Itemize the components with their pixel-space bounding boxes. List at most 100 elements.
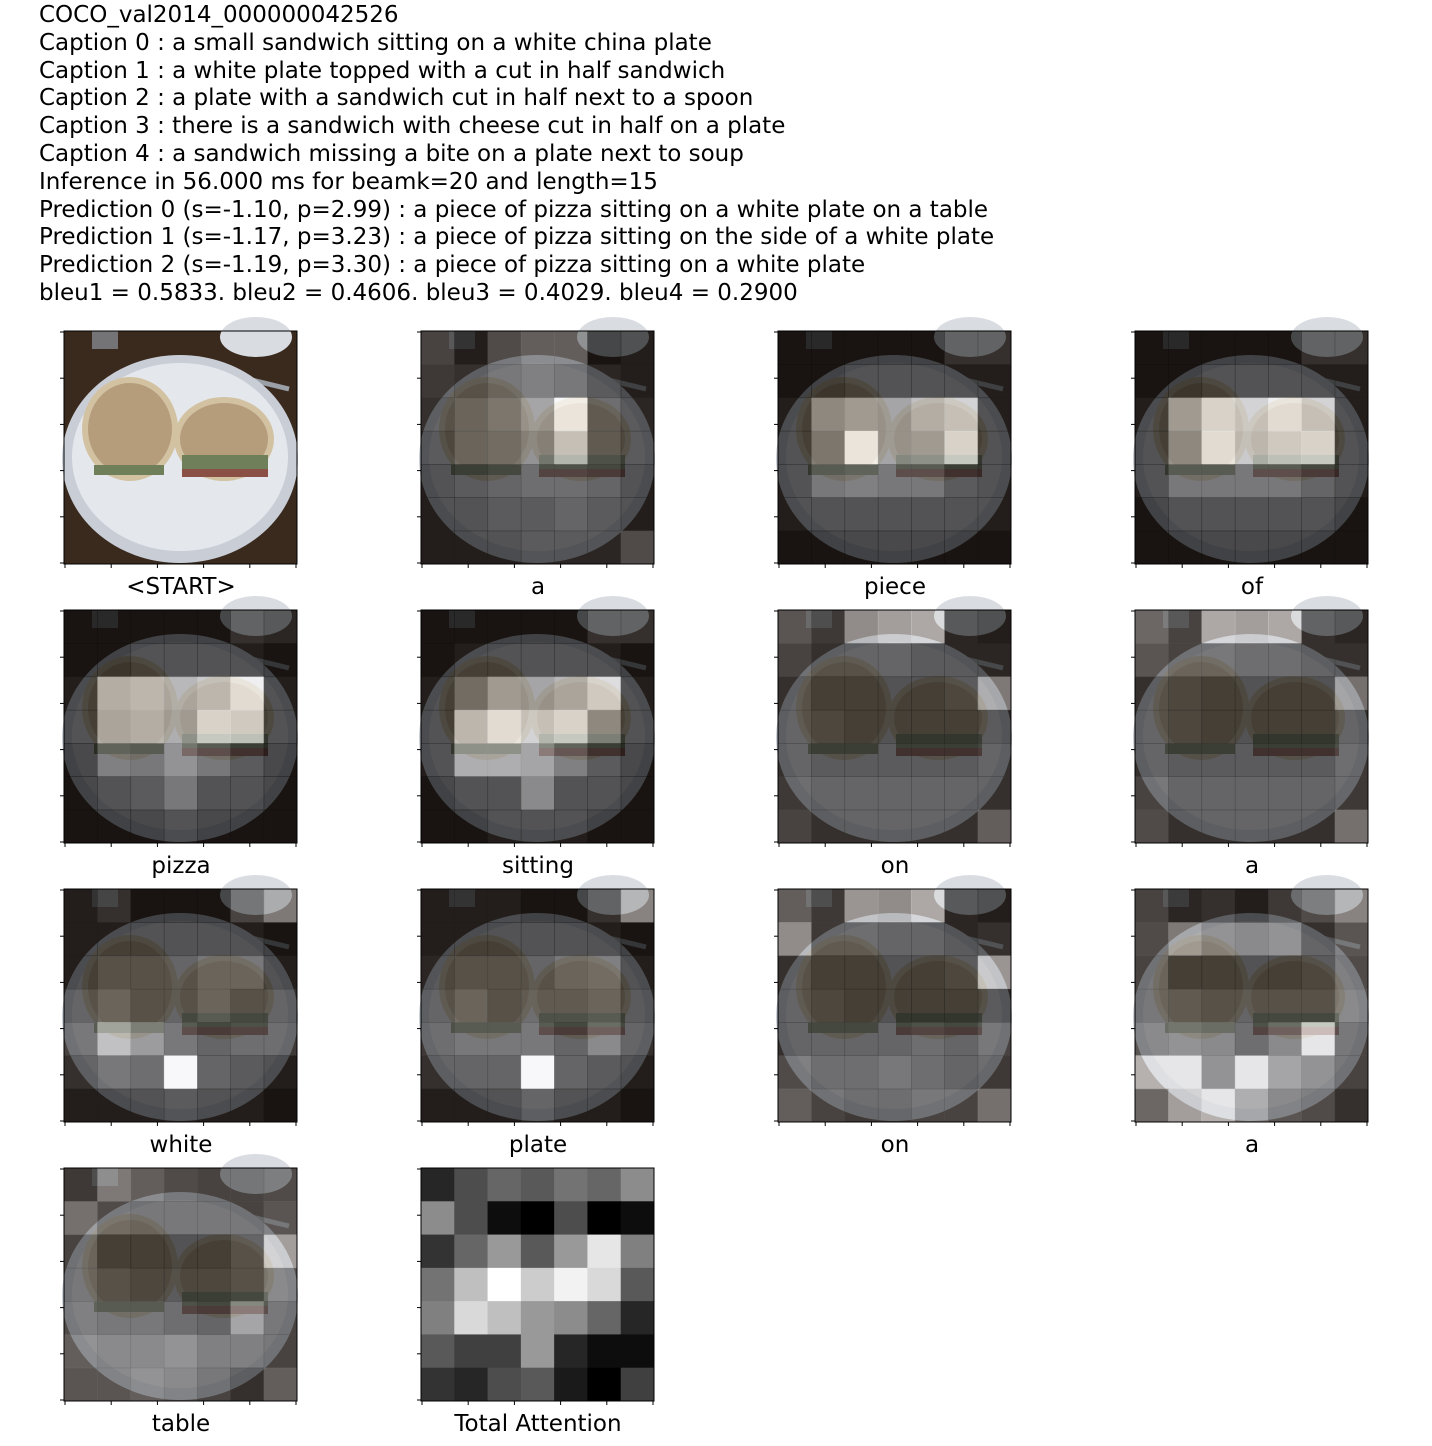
attention-cell — [487, 1301, 522, 1335]
attention-cell — [487, 497, 522, 532]
attention-map — [417, 1167, 655, 1405]
attention-cell — [197, 1367, 231, 1402]
attention-cell — [844, 988, 879, 1023]
attention-cell — [977, 1055, 1012, 1090]
attention-cell — [97, 1301, 132, 1335]
attention-cell — [911, 922, 945, 957]
attention-cell — [421, 1267, 455, 1302]
attention-cell — [587, 1367, 622, 1402]
attention-cell — [230, 1168, 265, 1202]
attention-cell — [1168, 643, 1203, 678]
attention-cell — [620, 1022, 655, 1056]
attention-cell — [554, 1301, 588, 1335]
attention-cell — [1201, 464, 1236, 498]
attention-cell — [877, 809, 912, 844]
attention-cell — [421, 809, 455, 844]
attention-cell — [587, 955, 622, 990]
attention-cell — [944, 809, 979, 844]
attention-cell — [1301, 1022, 1336, 1056]
attention-cell — [844, 397, 879, 432]
attention-cell — [1334, 922, 1369, 957]
attention-cell — [1201, 743, 1236, 777]
attention-cell — [778, 530, 812, 565]
attention-cell — [1201, 955, 1236, 990]
attention-cell — [911, 1022, 945, 1056]
attention-panel: <START> — [60, 317, 298, 609]
attention-cell — [587, 497, 622, 532]
attention-cell — [1168, 776, 1203, 811]
attention-cell — [1234, 610, 1269, 644]
attention-cell — [454, 1334, 489, 1369]
attention-cell — [197, 610, 231, 644]
attention-cell — [421, 497, 455, 532]
attention-cell — [197, 1334, 231, 1369]
attention-cell — [1135, 331, 1169, 365]
attention-cell — [977, 430, 1012, 465]
panel-word-label: a — [1244, 1132, 1260, 1158]
attention-cell — [454, 1234, 489, 1269]
attention-cell — [587, 397, 622, 432]
attention-cell — [421, 1022, 455, 1056]
attention-cell — [877, 530, 912, 565]
attention-cell — [977, 530, 1012, 565]
attention-cell — [1301, 1088, 1336, 1123]
attention-cell — [778, 809, 812, 844]
attention-cell — [811, 988, 846, 1023]
attention-cell — [1334, 364, 1369, 399]
attention-cell — [778, 1055, 812, 1090]
attention-cell — [197, 889, 231, 923]
attention-cell — [944, 889, 979, 923]
attention-cell — [844, 610, 879, 644]
attention-cell — [778, 743, 812, 777]
attention-cell — [554, 988, 588, 1023]
attention-cell — [520, 988, 555, 1023]
attention-cell — [911, 955, 945, 990]
attention-cell — [844, 922, 879, 957]
attention-cell — [877, 988, 912, 1023]
attention-cell — [1268, 955, 1302, 990]
attention-cell — [1301, 464, 1336, 498]
attention-cell — [97, 1267, 132, 1302]
attention-cell — [844, 709, 879, 744]
attention-cell — [454, 643, 489, 678]
attention-cell — [130, 1267, 165, 1302]
attention-cell — [554, 1022, 588, 1056]
attention-cell — [778, 709, 812, 744]
attention-cell — [1135, 1088, 1169, 1123]
attention-cell — [911, 530, 945, 565]
attention-cell — [130, 1201, 165, 1236]
attention-cell — [1334, 610, 1369, 644]
attention-cell — [944, 643, 979, 678]
attention-cell — [587, 364, 622, 399]
attention-cell — [520, 1022, 555, 1056]
attention-cell — [520, 889, 555, 923]
attention-cell — [911, 1055, 945, 1090]
attention-cell — [587, 464, 622, 498]
attention-cell — [263, 1367, 298, 1402]
attention-cell — [454, 743, 489, 777]
attention-cell — [844, 776, 879, 811]
attention-cell — [554, 397, 588, 432]
attention-cell — [944, 430, 979, 465]
attention-cell — [64, 1234, 98, 1269]
attention-cell — [130, 776, 165, 811]
attention-panel: sitting — [417, 596, 655, 888]
attention-cell — [130, 709, 165, 744]
attention-cell — [130, 988, 165, 1023]
attention-cell — [1234, 497, 1269, 532]
attention-panel: pizza — [60, 596, 298, 888]
attention-cell — [454, 988, 489, 1023]
attention-cell — [1301, 988, 1336, 1023]
attention-cell — [1201, 530, 1236, 565]
attention-cell — [1268, 988, 1302, 1023]
attention-cell — [1168, 430, 1203, 465]
attention-cell — [811, 464, 846, 498]
attention-cell — [421, 331, 455, 365]
attention-cell — [811, 331, 846, 365]
attention-cell — [230, 776, 265, 811]
attention-cell — [1268, 331, 1302, 365]
attention-cell — [944, 610, 979, 644]
attention-cell — [944, 497, 979, 532]
attention-cell — [811, 743, 846, 777]
attention-cell — [911, 776, 945, 811]
